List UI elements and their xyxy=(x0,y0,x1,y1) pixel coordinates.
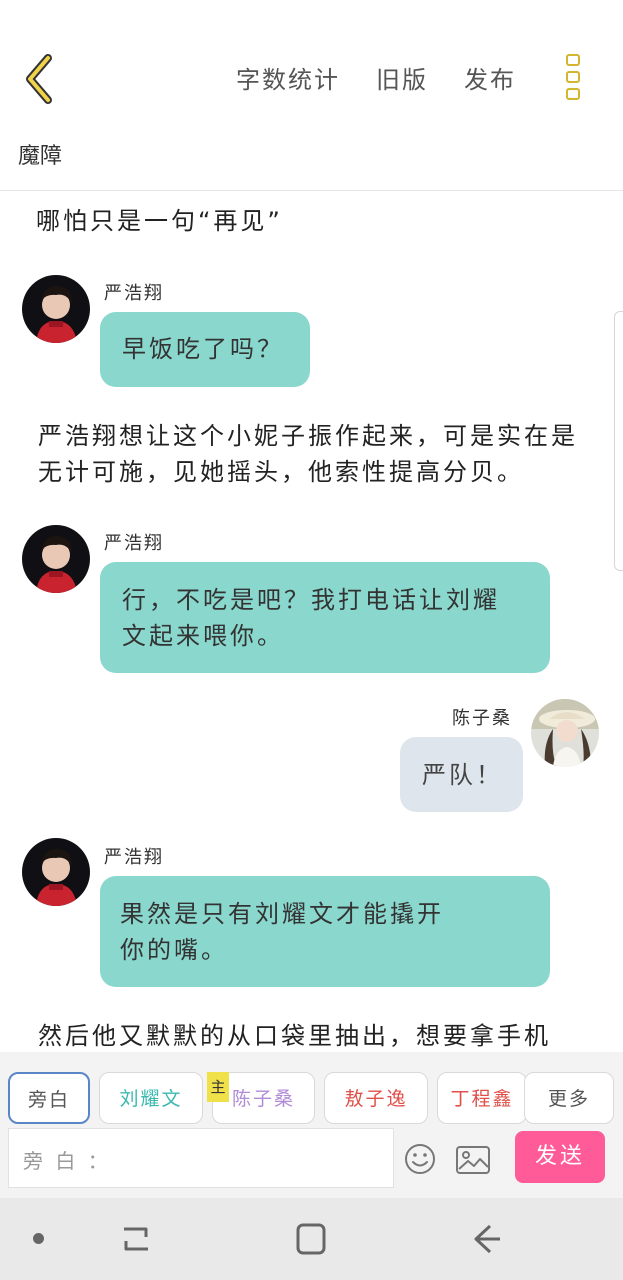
avatar-yan-haoxiang[interactable] xyxy=(22,838,90,906)
role-tab-more[interactable]: 更多 xyxy=(524,1072,614,1124)
narration-line: 然后他又默默的从口袋里抽出，想要拿手机 xyxy=(38,1022,551,1050)
emoji-button[interactable] xyxy=(403,1142,437,1176)
system-nav-bar xyxy=(0,1198,623,1280)
more-menu-button[interactable] xyxy=(560,52,586,106)
avatar-chen-zisang[interactable] xyxy=(531,699,599,767)
nav-back-button[interactable] xyxy=(466,1220,506,1258)
role-label: 丁程鑫 xyxy=(450,1088,514,1110)
avatar-yan-haoxiang[interactable] xyxy=(22,275,90,343)
nav-dot-icon[interactable] xyxy=(33,1233,44,1244)
speaker-name: 严浩翔 xyxy=(104,283,164,304)
role-label: 旁白 xyxy=(27,1089,70,1111)
image-icon xyxy=(456,1146,490,1174)
message-bubble[interactable]: 早饭吃了吗？ xyxy=(100,312,310,387)
back-button[interactable] xyxy=(18,52,68,106)
back-chevron-icon xyxy=(26,54,52,104)
role-tab-ding-chengxin[interactable]: 丁程鑫 xyxy=(437,1072,527,1124)
word-count-button[interactable]: 字数统计 xyxy=(236,60,340,100)
image-button[interactable] xyxy=(455,1144,491,1176)
nav-home-button[interactable] xyxy=(292,1220,330,1258)
role-label: 敖子逸 xyxy=(344,1088,408,1110)
speaker-name: 严浩翔 xyxy=(104,847,164,868)
role-label: 刘耀文 xyxy=(119,1088,183,1110)
nav-recent-button[interactable] xyxy=(118,1220,154,1258)
message-input[interactable]: 旁 白 ： xyxy=(8,1128,394,1188)
main-character-badge: 主 xyxy=(207,1072,229,1102)
publish-button[interactable]: 发布 xyxy=(464,60,516,100)
emoji-icon xyxy=(405,1144,435,1174)
role-label: 更多 xyxy=(547,1088,590,1110)
nav-recent-icon xyxy=(124,1227,148,1251)
nav-back-icon xyxy=(474,1224,500,1254)
role-label: 陈子桑 xyxy=(231,1088,295,1110)
narration-line: 严浩翔想让这个小妮子振作起来，可是实在是无计可施，见她摇头，他索性提高分贝。 xyxy=(38,422,578,486)
narration-line: 哪怕只是一句“再见” xyxy=(36,207,283,235)
message-bubble[interactable]: 行，不吃是吧？我打电话让刘耀文起来喂你。 xyxy=(100,562,550,673)
old-version-button[interactable]: 旧版 xyxy=(376,60,428,100)
input-placeholder: 旁 白 ： xyxy=(23,1149,111,1173)
speaker-name: 陈子桑 xyxy=(452,708,512,729)
speaker-name: 严浩翔 xyxy=(104,533,164,554)
top-actions: 字数统计 旧版 发布 xyxy=(236,60,552,100)
role-tab-narrator[interactable]: 旁白 xyxy=(8,1072,90,1124)
top-bar: 字数统计 旧版 发布 魔障 xyxy=(0,0,623,169)
story-content[interactable]: 哪怕只是一句“再见” 严浩翔 早饭吃了吗？ 严浩翔想让这个小妮子振作起来，可是实… xyxy=(0,191,623,1051)
avatar-yan-haoxiang[interactable] xyxy=(22,525,90,593)
role-tab-ao-ziyi[interactable]: 敖子逸 xyxy=(324,1072,428,1124)
send-button[interactable]: 发送 xyxy=(515,1131,605,1183)
more-vertical-icon xyxy=(560,52,586,100)
message-bubble[interactable]: 果然是只有刘耀文才能撬开你的嘴。 xyxy=(100,876,550,987)
scrollbar[interactable] xyxy=(614,311,623,571)
nav-home-icon xyxy=(296,1223,326,1255)
story-title: 魔障 xyxy=(18,144,63,169)
message-bubble[interactable]: 严队！ xyxy=(400,737,523,812)
composer-panel: 旁白 刘耀文 陈子桑 主 敖子逸 丁程鑫 更多 旁 白 ： 发送 xyxy=(0,1052,623,1198)
role-tab-liu-yaowen[interactable]: 刘耀文 xyxy=(99,1072,203,1124)
